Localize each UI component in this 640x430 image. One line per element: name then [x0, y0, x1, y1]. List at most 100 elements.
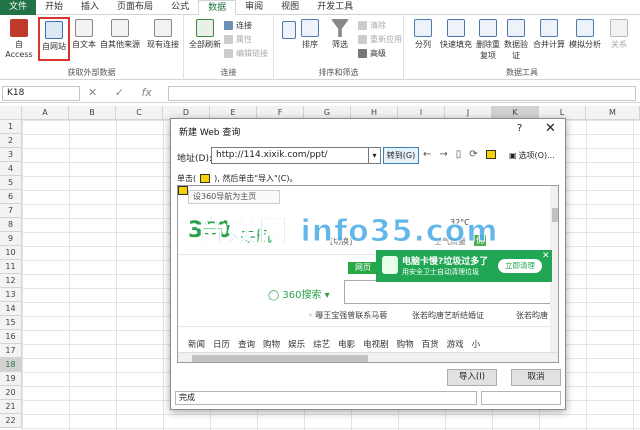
cancel-icon[interactable]: ✕ [88, 86, 97, 99]
search-logo[interactable]: ◯ 360搜索 ▾ [268, 286, 330, 301]
scroll-thumb[interactable] [552, 208, 558, 222]
row-header[interactable]: 1 [0, 120, 22, 134]
col-header-c[interactable]: C [116, 106, 163, 120]
options-button[interactable]: ▣ 选项(O)... [509, 150, 555, 161]
close-icon[interactable]: ✕ [545, 121, 556, 136]
filter-button[interactable]: 筛选 [326, 17, 354, 61]
relationships-button[interactable]: 关系 [604, 17, 634, 61]
advanced-button[interactable]: 高级 [358, 47, 386, 59]
row-header[interactable]: 15 [0, 316, 22, 330]
news-link[interactable]: 张若昀唐艺昕结婚证 [412, 310, 484, 321]
import-button[interactable]: 导入(I) [447, 369, 497, 386]
address-dropdown-icon[interactable]: ▾ [369, 147, 381, 164]
row-header[interactable]: 14 [0, 302, 22, 316]
scroll-thumb[interactable] [192, 355, 368, 362]
sort-az-button[interactable] [278, 19, 300, 63]
category-link[interactable]: 电影 [338, 338, 355, 350]
go-button[interactable]: 转到(G) [383, 147, 419, 164]
help-button[interactable]: ? [517, 123, 522, 134]
row-header[interactable]: 8 [0, 218, 22, 232]
row-header[interactable]: 3 [0, 148, 22, 162]
row-header[interactable]: 2 [0, 134, 22, 148]
category-link[interactable]: 购物 [397, 338, 414, 350]
category-link[interactable]: 购物 [263, 338, 280, 350]
row-header[interactable]: 16 [0, 330, 22, 344]
reapply-button[interactable]: 重新应用 [358, 33, 402, 45]
popup-close-icon[interactable]: ✕ [542, 251, 550, 261]
enter-icon[interactable]: ✓ [115, 86, 124, 99]
row-header[interactable]: 20 [0, 386, 22, 400]
tab-page-layout[interactable]: 页面布局 [108, 0, 162, 15]
row-header[interactable]: 10 [0, 246, 22, 260]
set-homepage-link[interactable]: 设360导航为主页 [188, 190, 280, 204]
edit-links-button[interactable]: 编辑链接 [224, 47, 268, 59]
col-header-a[interactable]: A [22, 106, 69, 120]
row-header[interactable]: 13 [0, 288, 22, 302]
row-header[interactable]: 5 [0, 176, 22, 190]
web-search-tab[interactable]: 网页 [348, 262, 378, 274]
forward-icon[interactable]: → [439, 149, 447, 160]
row-header[interactable]: 12 [0, 274, 22, 288]
clear-button[interactable]: 清除 [358, 19, 386, 31]
hide-icons-icon[interactable] [485, 150, 496, 159]
tab-developer[interactable]: 开发工具 [308, 0, 362, 15]
what-if-button[interactable]: 模拟分析 [568, 17, 602, 61]
category-link[interactable]: 小 [472, 338, 481, 350]
page-icon[interactable]: ▯ [456, 149, 462, 160]
tab-review[interactable]: 审阅 [236, 0, 272, 15]
from-other-button[interactable]: 自其他来源 [98, 17, 142, 61]
tab-view[interactable]: 视图 [272, 0, 308, 15]
cancel-button[interactable]: 取消 [511, 369, 561, 386]
category-link[interactable]: 游戏 [447, 338, 464, 350]
row-header[interactable]: 7 [0, 204, 22, 218]
row-header[interactable]: 18 [0, 358, 22, 372]
col-header-b[interactable]: B [69, 106, 116, 120]
refresh-all-button[interactable]: 全部刷新 [186, 17, 224, 61]
tab-formulas[interactable]: 公式 [162, 0, 198, 15]
select-all-corner[interactable] [0, 106, 22, 120]
refresh-icon[interactable]: ⟳ [469, 149, 477, 160]
tab-home[interactable]: 开始 [36, 0, 72, 15]
name-box[interactable]: K18 [2, 86, 80, 101]
address-input[interactable]: http://114.xixik.com/ppt/ [211, 147, 369, 164]
row-header[interactable]: 19 [0, 372, 22, 386]
row-header[interactable]: 6 [0, 190, 22, 204]
consolidate-button[interactable]: 合并计算 [532, 17, 566, 61]
category-link[interactable]: 百货 [422, 338, 439, 350]
horizontal-scrollbar[interactable] [178, 352, 558, 362]
category-link[interactable]: 电视剧 [363, 338, 389, 350]
properties-button[interactable]: 属性 [224, 33, 252, 45]
category-link[interactable]: 日历 [213, 338, 230, 350]
tab-data[interactable]: 数据 [198, 0, 237, 15]
clean-now-button[interactable]: 立即清理 [498, 259, 542, 273]
row-header[interactable]: 9 [0, 232, 22, 246]
table-select-arrow-icon[interactable] [178, 186, 188, 195]
flash-fill-button[interactable]: 快速填充 [438, 17, 474, 61]
tab-insert[interactable]: 插入 [72, 0, 108, 15]
category-link[interactable]: 新闻 [188, 338, 205, 350]
news-link[interactable]: 张若昀唐 [516, 310, 548, 321]
row-header[interactable]: 4 [0, 162, 22, 176]
category-link[interactable]: 综艺 [313, 338, 330, 350]
col-header-m[interactable]: M [586, 106, 640, 120]
connections-button[interactable]: 连接 [224, 19, 252, 31]
sort-button[interactable]: 排序 [298, 17, 322, 61]
row-header[interactable]: 17 [0, 344, 22, 358]
category-link[interactable]: 娱乐 [288, 338, 305, 350]
from-web-button[interactable]: 自网站 [38, 17, 70, 61]
search-input[interactable] [344, 280, 558, 304]
row-header[interactable]: 22 [0, 414, 22, 428]
category-link[interactable]: 查询 [238, 338, 255, 350]
remove-duplicates-button[interactable]: 删除重复项 [476, 17, 500, 61]
formula-input[interactable] [168, 86, 636, 101]
insert-function-icon[interactable]: fx [141, 86, 151, 99]
back-icon[interactable]: ← [423, 149, 431, 160]
news-link[interactable]: ◦ 曝王宝强曾联系马蓉 [308, 310, 387, 321]
row-header[interactable]: 21 [0, 400, 22, 414]
from-access-button[interactable]: 自 Access [2, 17, 36, 61]
data-validation-button[interactable]: 数据验证 [502, 17, 530, 61]
text-to-columns-button[interactable]: 分列 [410, 17, 436, 61]
from-text-button[interactable]: 自文本 [70, 17, 98, 61]
tab-file[interactable]: 文件 [0, 0, 37, 15]
existing-connections-button[interactable]: 现有连接 [144, 17, 182, 61]
